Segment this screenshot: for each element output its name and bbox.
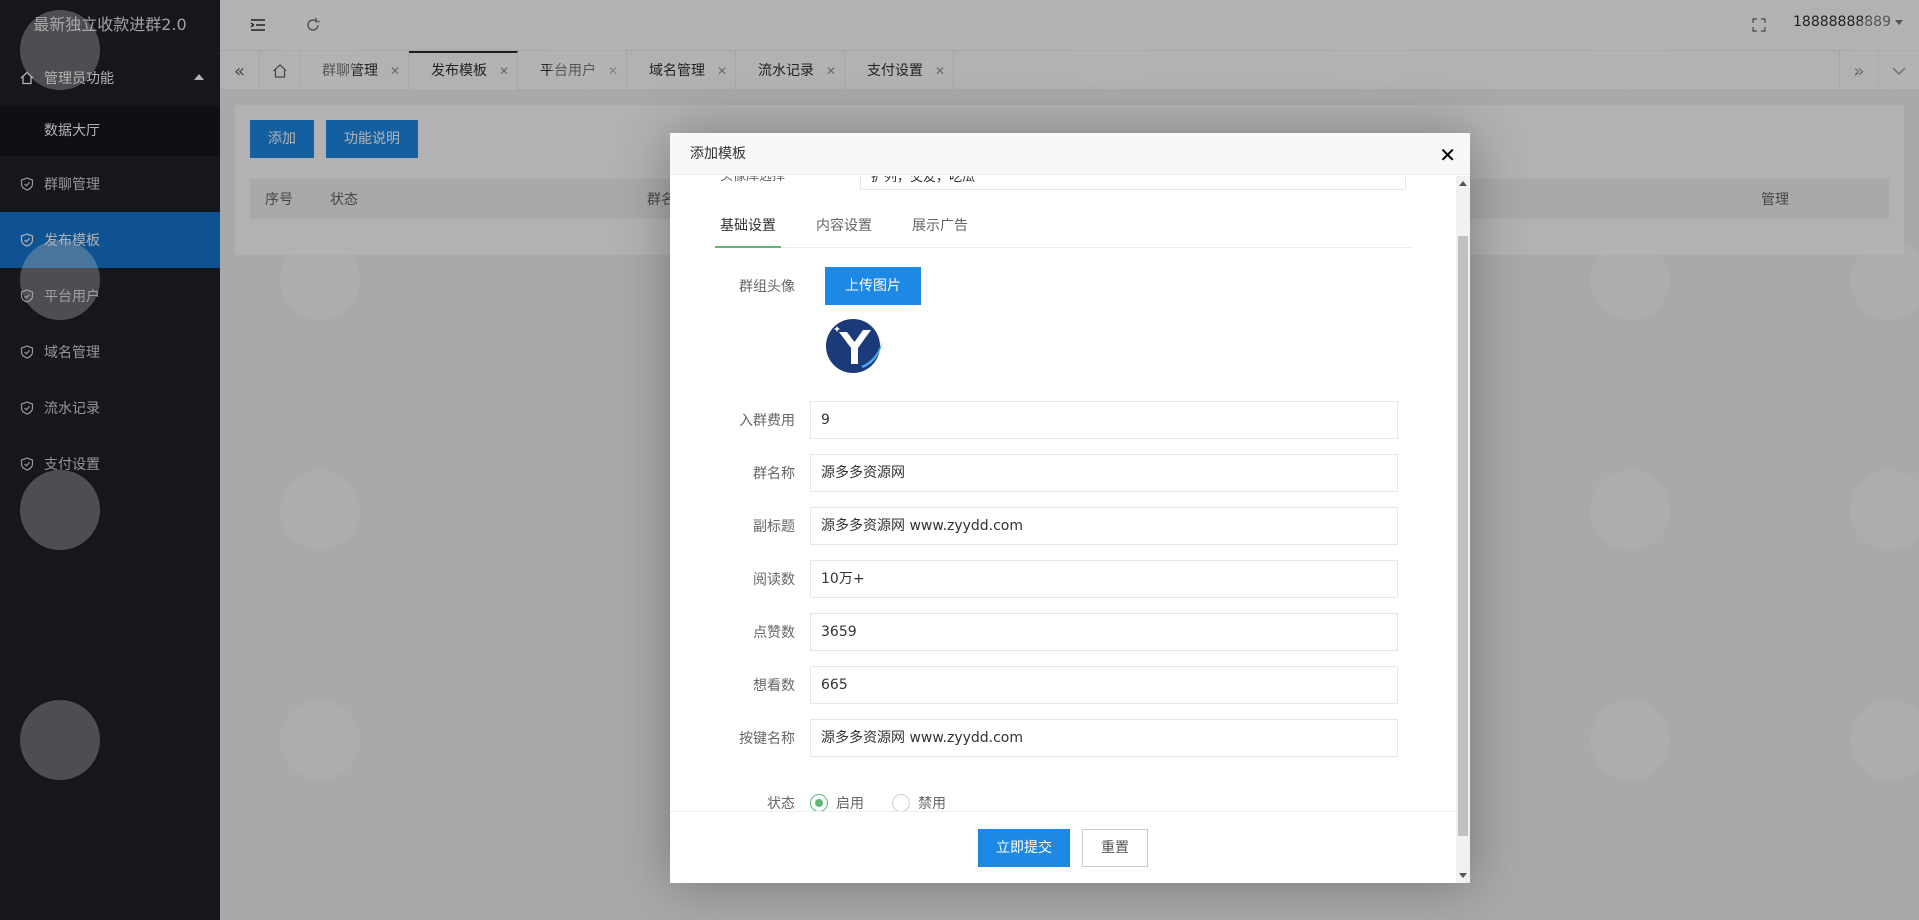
reset-button[interactable]: 重置 bbox=[1082, 828, 1148, 867]
watermark-logo bbox=[280, 240, 360, 320]
wants-field: 想看数 665 bbox=[670, 666, 1398, 704]
reads-field: 阅读数 10万+ bbox=[670, 560, 1398, 598]
avatar-library-row: 头像库选择 扩列，交友，吃瓜 bbox=[720, 176, 1406, 194]
scroll-up-icon[interactable] bbox=[1459, 181, 1467, 186]
watermark-logo bbox=[1850, 10, 1919, 90]
watermark-logo bbox=[1590, 240, 1670, 320]
watermark-logo bbox=[1850, 700, 1919, 780]
watermark-logo bbox=[1850, 470, 1919, 550]
submit-button[interactable]: 立即提交 bbox=[978, 828, 1070, 867]
watermark-logo bbox=[1330, 10, 1410, 90]
fee-field: 入群费用 9 bbox=[670, 401, 1398, 439]
dialog-footer: 立即提交 重置 bbox=[670, 811, 1456, 883]
radio-unchecked-icon bbox=[892, 794, 910, 811]
watermark-logo bbox=[20, 240, 100, 320]
add-template-dialog: 添加模板 ✕ 头像库选择 扩列，交友，吃瓜 基础设置 内容设置 展示广告 群组头… bbox=[670, 133, 1470, 883]
field-label: 群组头像 bbox=[739, 279, 795, 295]
group-name-input[interactable]: 源多多资源网 bbox=[810, 454, 1398, 492]
subtitle-input[interactable]: 源多多资源网 www.zyydd.com bbox=[810, 507, 1398, 545]
field-label: 点赞数 bbox=[753, 625, 795, 641]
reads-input[interactable]: 10万+ bbox=[810, 560, 1398, 598]
radio-label: 禁用 bbox=[918, 796, 946, 811]
radio-label: 启用 bbox=[836, 796, 864, 811]
watermark-logo bbox=[280, 470, 360, 550]
status-enabled-radio[interactable]: 启用 bbox=[810, 793, 864, 811]
watermark-logo bbox=[280, 10, 360, 90]
watermark-logo bbox=[1590, 470, 1670, 550]
watermark-logo bbox=[20, 470, 100, 550]
avatar-field: 群组头像 bbox=[670, 267, 825, 305]
watermark-logo bbox=[1070, 10, 1150, 90]
field-label: 想看数 bbox=[753, 678, 795, 694]
wants-input[interactable]: 665 bbox=[810, 666, 1398, 704]
radio-checked-icon bbox=[810, 794, 828, 811]
close-icon[interactable]: ✕ bbox=[1439, 143, 1456, 167]
group-avatar-image bbox=[825, 316, 885, 376]
status-disabled-radio[interactable]: 禁用 bbox=[892, 793, 946, 811]
field-label: 头像库选择 bbox=[720, 176, 786, 184]
group-name-field: 群名称 源多多资源网 bbox=[670, 454, 1398, 492]
button-name-field: 按键名称 源多多资源网 www.zyydd.com bbox=[670, 719, 1398, 757]
field-label: 群名称 bbox=[753, 466, 795, 482]
button-name-input[interactable]: 源多多资源网 www.zyydd.com bbox=[810, 719, 1398, 757]
scrollbar-thumb[interactable] bbox=[1458, 236, 1468, 836]
watermark-logo bbox=[545, 10, 625, 90]
dialog-body: 头像库选择 扩列，交友，吃瓜 基础设置 内容设置 展示广告 群组头像 上传图片 … bbox=[670, 176, 1456, 811]
likes-input[interactable]: 3659 bbox=[810, 613, 1398, 651]
avatar-library-select[interactable]: 扩列，交友，吃瓜 bbox=[860, 176, 1406, 190]
dialog-title: 添加模板 bbox=[670, 133, 1470, 175]
field-label: 状态 bbox=[767, 796, 795, 811]
watermark-logo bbox=[1850, 240, 1919, 320]
fee-input[interactable]: 9 bbox=[810, 401, 1398, 439]
watermark-logo bbox=[20, 700, 100, 780]
tab-basic-settings[interactable]: 基础设置 bbox=[715, 206, 781, 248]
field-label: 副标题 bbox=[753, 519, 795, 535]
tab-content-settings[interactable]: 内容设置 bbox=[811, 206, 877, 248]
select-value: 扩列，交友，吃瓜 bbox=[871, 176, 976, 185]
watermark-logo bbox=[20, 10, 100, 90]
watermark-logo bbox=[1590, 10, 1670, 90]
scroll-down-icon[interactable] bbox=[1459, 873, 1467, 878]
upload-image-button[interactable]: 上传图片 bbox=[825, 267, 921, 305]
watermark-logo bbox=[280, 700, 360, 780]
field-label: 按键名称 bbox=[739, 731, 795, 747]
form-tabs: 基础设置 内容设置 展示广告 bbox=[715, 206, 1411, 248]
tab-ads[interactable]: 展示广告 bbox=[907, 206, 973, 248]
dialog-scrollbar[interactable] bbox=[1456, 176, 1470, 883]
likes-field: 点赞数 3659 bbox=[670, 613, 1398, 651]
status-field: 状态 启用 禁用 bbox=[670, 788, 974, 811]
field-label: 入群费用 bbox=[739, 413, 795, 429]
watermark-logo bbox=[1590, 700, 1670, 780]
subtitle-field: 副标题 源多多资源网 www.zyydd.com bbox=[670, 507, 1398, 545]
field-label: 阅读数 bbox=[753, 572, 795, 588]
